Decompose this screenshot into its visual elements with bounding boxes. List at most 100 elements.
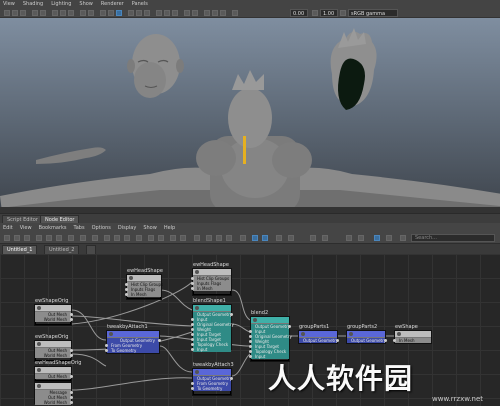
port[interactable]: To Geometry <box>105 348 159 353</box>
ne-menu-bookmarks[interactable]: Bookmarks <box>39 225 67 231</box>
clear-graph-icon[interactable] <box>36 235 42 241</box>
pin-icon[interactable] <box>194 235 200 241</box>
node-search-input[interactable]: Search... <box>411 234 495 242</box>
node-blend-2[interactable]: blend2 Output Geometry Input Original Ge… <box>249 310 292 362</box>
custom-mode-icon[interactable] <box>136 235 142 241</box>
image-plane-icon[interactable] <box>40 10 46 16</box>
node-ewshapeorig-a[interactable]: ewShapeOrig Out Mesh World Mesh <box>34 298 73 326</box>
menu-view[interactable]: View <box>3 1 15 7</box>
textured-icon[interactable] <box>128 10 134 16</box>
ne-menu-display[interactable]: Display <box>118 225 136 231</box>
gamma-icon[interactable] <box>312 10 318 16</box>
rearrange-graph-icon[interactable] <box>80 235 86 241</box>
lock-camera-icon[interactable] <box>20 10 26 16</box>
node-groupparts-2[interactable]: groupParts2 Output Geometry <box>346 324 387 344</box>
lights-icon[interactable] <box>136 10 142 16</box>
ne-menu-help[interactable]: Help <box>164 225 175 231</box>
safe-action-icon[interactable] <box>80 10 86 16</box>
port[interactable]: Output Geometry <box>347 338 387 343</box>
add-node-icon[interactable] <box>346 235 352 241</box>
node-tweak-attach-1[interactable]: tweakbyAttach1 Output Geometry From Geom… <box>105 324 161 354</box>
depth-of-field-icon[interactable] <box>184 10 190 16</box>
node-ewheadshape-a[interactable]: ewHeadShape Hist Clip Groups Inputs Flag… <box>125 268 163 300</box>
resolution-gate-icon[interactable] <box>68 10 74 16</box>
color-space-dropdown[interactable]: sRGB gamma <box>348 9 398 17</box>
node-ewshapeorig-b[interactable]: ewShapeOrig Out Mesh World Mesh <box>34 334 73 362</box>
port[interactable]: Output Geometry <box>299 338 339 343</box>
wireframe-icon[interactable] <box>100 10 106 16</box>
add-tab-button[interactable] <box>86 245 96 254</box>
add-selected-icon[interactable] <box>46 235 52 241</box>
filter-icon[interactable] <box>400 235 406 241</box>
port[interactable]: World Mesh <box>35 400 73 405</box>
frame-all-icon[interactable] <box>170 235 176 241</box>
xray-icon[interactable] <box>204 10 210 16</box>
isolate-node-icon[interactable] <box>374 235 380 241</box>
isolate-icon[interactable] <box>192 10 198 16</box>
node-ewheadshape-b[interactable]: ewHeadShape Hist Clip Groups Inputs Flag… <box>191 262 232 296</box>
ne-menu-tabs[interactable]: Tabs <box>74 225 85 231</box>
exposure-icon[interactable] <box>232 10 238 16</box>
smooth-shade-icon[interactable] <box>108 10 114 16</box>
menu-show[interactable]: Show <box>79 1 93 7</box>
port[interactable]: To Geometry <box>191 386 231 391</box>
bookmark-icon[interactable] <box>32 10 38 16</box>
collapse-icon[interactable] <box>322 235 328 241</box>
ne-menu-view[interactable]: View <box>20 225 32 231</box>
nodes-icon[interactable] <box>276 235 282 241</box>
gamma-field[interactable]: 1.00 <box>320 9 338 17</box>
xray-joints-icon[interactable] <box>212 10 218 16</box>
node-tweak-attach-3[interactable]: tweakbyAttach3 Output Geometry From Geom… <box>191 362 234 396</box>
select-camera-icon[interactable] <box>12 10 18 16</box>
remove-node-icon[interactable] <box>358 235 364 241</box>
port[interactable]: Out Mesh <box>35 374 73 379</box>
motion-blur-icon[interactable] <box>164 10 170 16</box>
exposure-field[interactable]: 0.00 <box>290 9 308 17</box>
graph-refresh-icon[interactable] <box>386 235 392 241</box>
xray-active-icon[interactable] <box>220 10 226 16</box>
remove-selected-icon[interactable] <box>56 235 62 241</box>
graph-downstream-icon[interactable] <box>24 235 30 241</box>
node-blendshape-1[interactable]: blendShape1 Output Geometry Input Origin… <box>191 298 234 352</box>
graph-selected-icon[interactable] <box>262 235 268 241</box>
bookmark-prev-icon[interactable] <box>216 235 222 241</box>
graph-upstream-icon[interactable] <box>14 235 20 241</box>
full-mode-icon[interactable] <box>124 235 130 241</box>
safe-title-icon[interactable] <box>88 10 94 16</box>
node-ewheadshapeorig[interactable]: ewHeadShapeOrig Out Mesh <box>34 360 81 382</box>
ne-menu-options[interactable]: Options <box>92 225 111 231</box>
port[interactable]: Input <box>191 347 231 352</box>
tab-untitled-1[interactable]: Untitled_1 <box>2 245 38 254</box>
shading-icon[interactable] <box>288 235 294 241</box>
camera-icon[interactable] <box>4 10 10 16</box>
node-ewshape[interactable]: ewShape In Mesh <box>393 324 432 344</box>
color-management-icon[interactable] <box>340 10 346 16</box>
simple-mode-icon[interactable] <box>104 235 110 241</box>
frame-selection-icon[interactable] <box>180 235 186 241</box>
menu-renderer[interactable]: Renderer <box>101 1 124 7</box>
graph-input-output-icon[interactable] <box>4 235 10 241</box>
tab-untitled-2[interactable]: Untitled_2 <box>44 245 80 254</box>
grid-icon[interactable] <box>52 10 58 16</box>
3d-viewport[interactable] <box>0 18 500 212</box>
shadows-icon[interactable] <box>144 10 150 16</box>
ne-menu-edit[interactable]: Edit <box>3 225 13 231</box>
node-mesh-output[interactable]: Message Out Mesh World Mesh <box>34 382 73 405</box>
toggle-swatch-icon[interactable] <box>92 235 98 241</box>
wireframe-on-shaded-icon[interactable] <box>116 10 122 16</box>
connected-mode-icon[interactable] <box>114 235 120 241</box>
anti-alias-icon[interactable] <box>172 10 178 16</box>
menu-panels[interactable]: Panels <box>132 1 148 7</box>
attribute-filter-icon[interactable] <box>252 235 258 241</box>
expand-icon[interactable] <box>310 235 316 241</box>
menu-shading[interactable]: Shading <box>23 1 43 7</box>
remove-unselected-icon[interactable] <box>68 235 74 241</box>
layout-icon[interactable] <box>240 235 246 241</box>
film-gate-icon[interactable] <box>60 10 66 16</box>
port[interactable]: World Mesh <box>35 317 73 322</box>
snap-grid-icon[interactable] <box>148 235 154 241</box>
port[interactable]: In Mesh <box>393 338 431 343</box>
port[interactable]: World Mesh <box>35 353 73 358</box>
ao-icon[interactable] <box>156 10 162 16</box>
port[interactable]: In Mesh <box>191 286 231 291</box>
